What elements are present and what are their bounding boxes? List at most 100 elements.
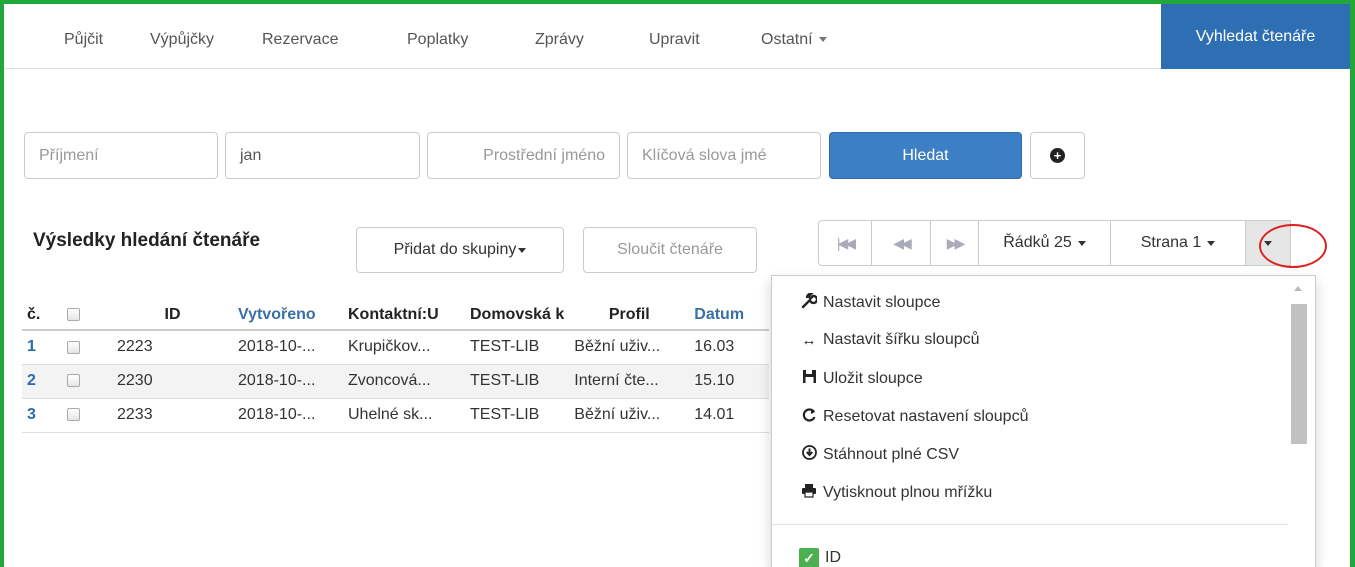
prev-page-button[interactable]: ◀◀ bbox=[871, 220, 931, 266]
col-header-id[interactable]: ID bbox=[112, 300, 233, 331]
chevron-down-icon bbox=[1077, 240, 1086, 246]
top-navbar: Půjčit Výpůjčky Rezervace Poplatky Zpráv… bbox=[4, 4, 1350, 69]
menu-item-set-columns[interactable]: Nastavit sloupce bbox=[799, 292, 941, 313]
nav-edit[interactable]: Upravit bbox=[649, 31, 700, 49]
cell-date: 16.03 bbox=[689, 330, 770, 365]
cell-created: 2018-10-... bbox=[233, 364, 343, 399]
menu-item-label: Stáhnout plné CSV bbox=[823, 445, 960, 463]
first-page-icon: |◀◀ bbox=[836, 234, 856, 251]
row-select-cell bbox=[62, 364, 112, 399]
nav-other-dropdown[interactable]: Ostatní bbox=[761, 31, 827, 49]
column-toggle-id[interactable]: ✓ ID bbox=[799, 548, 841, 567]
cell-id: 2233 bbox=[112, 398, 233, 433]
results-title: Výsledky hledání čtenáře bbox=[33, 230, 261, 251]
save-icon bbox=[799, 369, 819, 388]
col-header-created[interactable]: Vytvořeno bbox=[233, 300, 343, 331]
grid-options-toggle[interactable] bbox=[1245, 220, 1291, 266]
menu-item-label: Vytisknout plnou mřížku bbox=[823, 483, 993, 501]
menu-item-label: Resetovat nastavení sloupců bbox=[823, 408, 1029, 425]
next-page-icon: ▶▶ bbox=[946, 234, 965, 251]
nav-checkout[interactable]: Půjčit bbox=[64, 31, 103, 49]
cell-date: 14.01 bbox=[689, 398, 770, 433]
cell-id: 2223 bbox=[112, 330, 233, 365]
refresh-icon bbox=[799, 407, 819, 427]
menu-item-download-csv[interactable]: Stáhnout plné CSV bbox=[799, 445, 959, 464]
search-button[interactable]: Hledat bbox=[829, 132, 1022, 179]
cell-profile: Interní čte... bbox=[569, 364, 690, 399]
nav-holds[interactable]: Rezervace bbox=[262, 31, 338, 49]
cell-contact: Uhelné sk... bbox=[343, 398, 465, 433]
cell-created: 2018-10-... bbox=[233, 330, 343, 365]
download-circle-icon bbox=[799, 445, 819, 464]
wrench-icon bbox=[799, 292, 819, 313]
cell-home-library: TEST-LIB bbox=[465, 398, 570, 433]
column-toggle-label: ID bbox=[825, 549, 841, 566]
prev-page-icon: ◀◀ bbox=[893, 234, 911, 251]
menu-item-save-columns[interactable]: Uložit sloupce bbox=[799, 369, 923, 388]
col-header-profile[interactable]: Profil bbox=[569, 300, 690, 331]
menu-item-label: Nastavit sloupce bbox=[823, 294, 941, 311]
cell-contact: Zvoncová... bbox=[343, 364, 465, 399]
row-checkbox[interactable] bbox=[67, 340, 80, 354]
chevron-down-icon bbox=[818, 37, 827, 43]
surname-input[interactable]: Příjmení bbox=[24, 132, 218, 179]
grid-options-menu: Nastavit sloupce ↔ Nastavit šířku sloupc… bbox=[771, 275, 1316, 567]
nav-bills[interactable]: Poplatky bbox=[407, 31, 468, 49]
next-page-button[interactable]: ▶▶ bbox=[930, 220, 979, 266]
cell-id: 2230 bbox=[112, 364, 233, 399]
table-row[interactable]: 3 2233 2018-10-... Uhelné sk... TEST-LIB… bbox=[22, 398, 770, 433]
scroll-up-icon[interactable] bbox=[1294, 286, 1302, 291]
table-row[interactable]: 2 2230 2018-10-... Zvoncová... TEST-LIB … bbox=[22, 364, 770, 399]
horizontal-arrows-icon: ↔ bbox=[801, 331, 817, 349]
plus-circle-icon: + bbox=[1050, 148, 1065, 163]
menu-scrollbar[interactable] bbox=[1289, 282, 1307, 567]
row-number[interactable]: 3 bbox=[22, 398, 62, 433]
row-select-cell bbox=[62, 398, 112, 433]
select-all-checkbox[interactable] bbox=[67, 307, 80, 321]
table-header-row: č. ID Vytvořeno Kontaktní:U Domovská k P… bbox=[22, 300, 770, 331]
row-checkbox[interactable] bbox=[67, 374, 80, 388]
first-name-input[interactable]: jan bbox=[225, 132, 420, 179]
middle-name-input[interactable]: Prostřední jméno bbox=[427, 132, 620, 179]
merge-patrons-button[interactable]: Sloučit čtenáře bbox=[583, 227, 757, 273]
col-header-date[interactable]: Datum bbox=[689, 300, 770, 331]
page-dropdown[interactable]: Strana 1 bbox=[1110, 220, 1246, 266]
name-keywords-input[interactable]: Klíčová slova jmé bbox=[627, 132, 821, 179]
menu-divider bbox=[772, 524, 1288, 525]
search-patron-button[interactable]: Vyhledat čtenáře bbox=[1161, 4, 1350, 69]
add-to-group-button[interactable]: Přidat do skupiny bbox=[356, 227, 564, 273]
row-number[interactable]: 1 bbox=[22, 330, 62, 365]
nav-messages[interactable]: Zprávy bbox=[535, 31, 584, 49]
menu-item-print-grid[interactable]: Vytisknout plnou mřížku bbox=[799, 483, 992, 502]
menu-item-set-column-width[interactable]: ↔ Nastavit šířku sloupců bbox=[799, 331, 980, 349]
checkmark-icon: ✓ bbox=[799, 548, 819, 567]
col-header-number: č. bbox=[22, 300, 62, 331]
row-select-cell bbox=[62, 330, 112, 365]
col-header-home-library[interactable]: Domovská k bbox=[465, 300, 570, 331]
table-row[interactable]: 1 2223 2018-10-... Krupičkov... TEST-LIB… bbox=[22, 330, 770, 365]
row-checkbox[interactable] bbox=[67, 408, 80, 422]
col-header-contact[interactable]: Kontaktní:U bbox=[343, 300, 465, 331]
page-label: Strana 1 bbox=[1140, 234, 1202, 251]
cell-date: 15.10 bbox=[689, 364, 770, 399]
results-table: č. ID Vytvořeno Kontaktní:U Domovská k P… bbox=[22, 300, 770, 433]
more-search-options-button[interactable]: + bbox=[1030, 132, 1085, 179]
cell-profile: Běžní uživ... bbox=[569, 398, 690, 433]
pagination-bar: |◀◀ ◀◀ ▶▶ Řádků 25 Strana 1 bbox=[818, 220, 1291, 266]
print-icon bbox=[799, 483, 819, 502]
chevron-down-icon bbox=[1264, 240, 1272, 246]
cell-home-library: TEST-LIB bbox=[465, 330, 570, 365]
rows-per-page-dropdown[interactable]: Řádků 25 bbox=[978, 220, 1111, 266]
menu-item-label: Nastavit šířku sloupců bbox=[823, 331, 980, 348]
row-number[interactable]: 2 bbox=[22, 364, 62, 399]
cell-home-library: TEST-LIB bbox=[465, 364, 570, 399]
nav-other-label: Ostatní bbox=[761, 31, 813, 48]
menu-item-reset-columns[interactable]: Resetovat nastavení sloupců bbox=[799, 407, 1028, 427]
scrollbar-thumb[interactable] bbox=[1291, 304, 1307, 444]
cell-created: 2018-10-... bbox=[233, 398, 343, 433]
add-to-group-label: Přidat do skupiny bbox=[393, 241, 517, 258]
col-header-select bbox=[62, 300, 112, 331]
cell-contact: Krupičkov... bbox=[343, 330, 465, 365]
nav-items-out[interactable]: Výpůjčky bbox=[150, 31, 214, 49]
first-page-button[interactable]: |◀◀ bbox=[818, 220, 872, 266]
